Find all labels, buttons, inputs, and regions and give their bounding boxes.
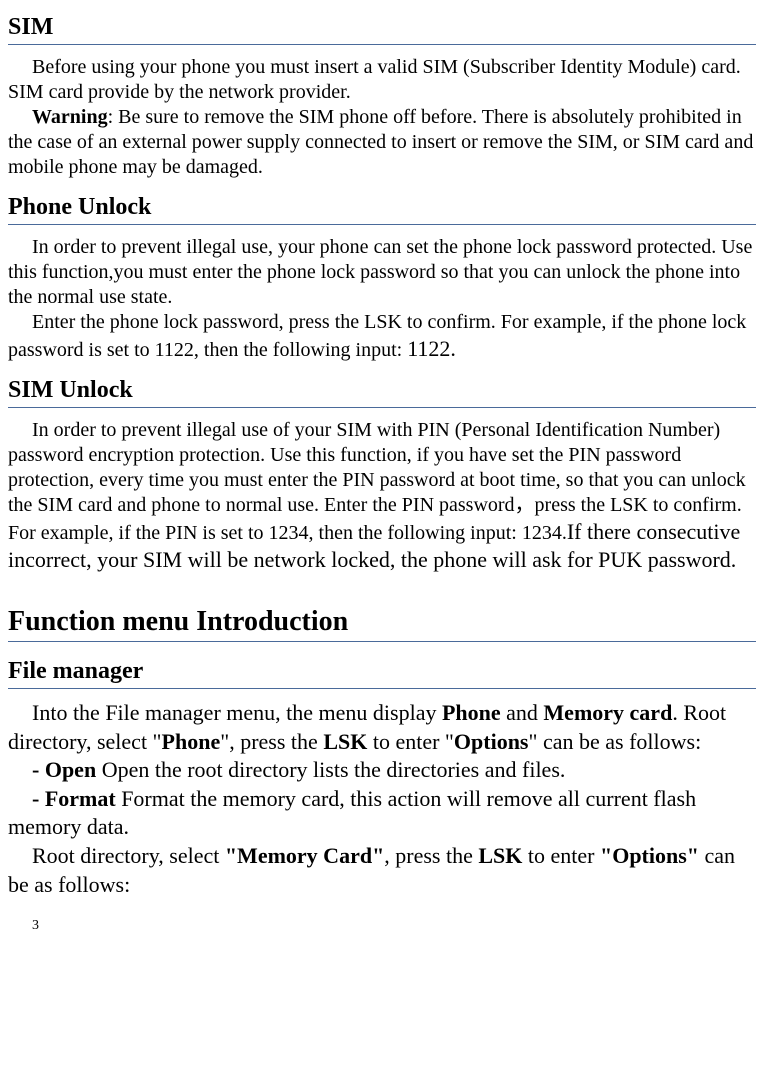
heading-phone-unlock: Phone Unlock [8,192,756,225]
fm-options-bold: Options [454,729,529,754]
fm-root2-memory: "Memory Card" [225,843,384,868]
fm-intro-5: to enter " [367,729,454,754]
warning-text: : Be sure to remove the SIM phone off be… [8,106,753,178]
fm-lsk-bold: LSK [323,729,367,754]
warning-label: Warning [32,106,108,128]
fm-open-label: - Open [32,757,96,782]
heading-function-menu: Function menu Introduction [8,604,756,642]
phone-unlock-paragraph: In order to prevent illegal use, your ph… [8,235,756,363]
fm-root2-options: "Options" [600,843,699,868]
fm-format-label: - Format [32,786,116,811]
sim-intro-text: Before using your phone you must insert … [8,56,741,103]
heading-file-manager: File manager [8,656,756,689]
fm-intro-4: ", press the [220,729,323,754]
fm-intro-1: Into the File manager menu, the menu dis… [32,700,442,725]
sim-unlock-paragraph: In order to prevent illegal use of your … [8,418,756,574]
phone-unlock-para2-text: Enter the phone lock password, press the… [8,311,746,361]
fm-intro-6: " can be as follows: [529,729,702,754]
heading-sim: SIM [8,12,756,45]
fm-intro-2: and [501,700,544,725]
fm-root2-2: , press the [384,843,478,868]
heading-sim-unlock: SIM Unlock [8,375,756,408]
phone-unlock-para1: In order to prevent illegal use, your ph… [8,236,752,308]
fm-open-desc: Open the root directory lists the direct… [96,757,565,782]
fm-phone-bold-2: Phone [162,729,221,754]
file-manager-paragraph: Into the File manager menu, the menu dis… [8,699,756,899]
phone-unlock-code: 1122. [407,336,456,361]
fm-root2-3: to enter [522,843,600,868]
fm-memory-bold: Memory card [543,700,672,725]
fm-phone-bold: Phone [442,700,501,725]
page-number: 3 [32,917,756,935]
fm-root2-lsk: LSK [478,843,522,868]
fm-root2-1: Root directory, select [32,843,225,868]
sim-paragraph: Before using your phone you must insert … [8,55,756,180]
